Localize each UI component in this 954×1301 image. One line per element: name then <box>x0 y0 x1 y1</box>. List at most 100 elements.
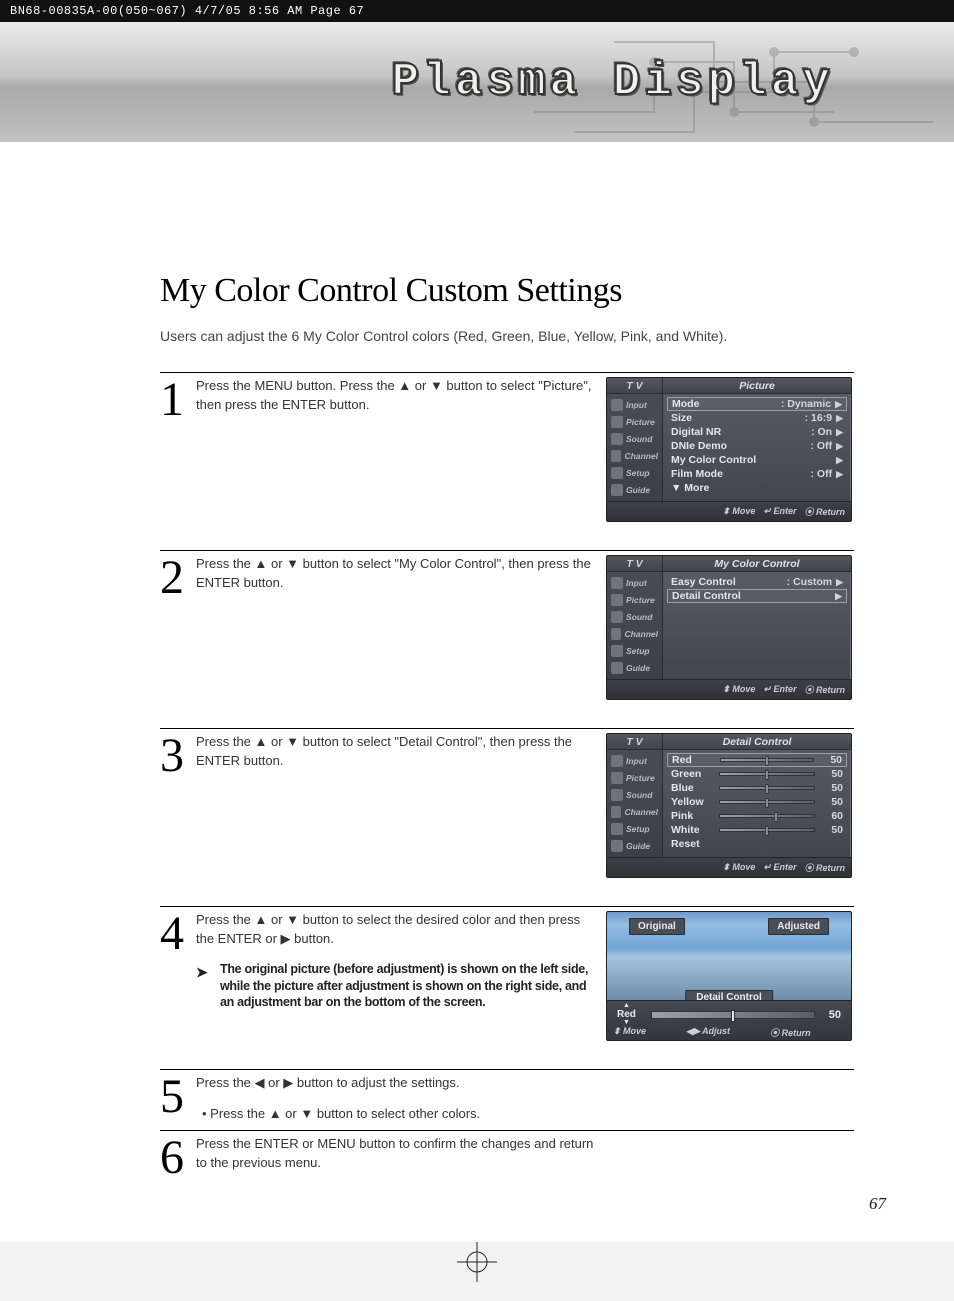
step: 1Press the MENU button. Press the ▲ or ▼… <box>160 372 854 544</box>
osd-slider-row[interactable]: Yellow50 <box>667 795 847 809</box>
step-note: ➤The original picture (before adjustment… <box>196 961 594 1012</box>
osd-side-item: Input <box>609 754 660 768</box>
osd-slider-row[interactable]: Blue50 <box>667 781 847 795</box>
osd-foot-move: ⬍ Move <box>722 861 755 874</box>
osd-side-item: Guide <box>609 839 660 853</box>
osd-slider-label: Green <box>671 768 711 780</box>
osd-slider-thumb[interactable] <box>766 826 769 836</box>
osd-side-icon <box>611 433 623 445</box>
osd-slider-thumb[interactable] <box>775 812 778 822</box>
osd-side-label: Sound <box>626 434 652 444</box>
osd-side-item: Setup <box>609 644 660 658</box>
osd-tv-label: T V <box>607 556 663 571</box>
adjust-slider-thumb[interactable] <box>731 1010 735 1022</box>
osd-row[interactable]: Digital NR: On▶ <box>667 425 847 439</box>
osd-side-label: Picture <box>626 417 655 427</box>
osd-slider-label: Pink <box>671 810 711 822</box>
note-arrow-icon: ➤ <box>196 963 207 982</box>
adjust-color-name: ▲Red▼ <box>617 1003 636 1026</box>
osd-side-icon <box>611 399 623 411</box>
step-text: Press the ▲ or ▼ button to select "Detai… <box>196 733 604 900</box>
osd-side-item: Setup <box>609 822 660 836</box>
osd-side-icon <box>611 450 621 462</box>
osd-row[interactable]: Easy Control : Custom▶ <box>667 575 847 589</box>
osd-slider-row[interactable]: Green50 <box>667 767 847 781</box>
osd-side-icon <box>611 577 623 589</box>
osd-row-label: My Color Control <box>671 454 828 466</box>
chevron-right-icon: ▶ <box>836 441 843 452</box>
osd-slider-label: White <box>671 824 711 836</box>
original-badge: Original <box>629 918 685 935</box>
osd-side-item: Sound <box>609 788 660 802</box>
osd-footer: ⬍ Move↵ Enter⦿ Return <box>607 501 851 521</box>
osd-side-label: Sound <box>626 790 652 800</box>
osd-slider-track[interactable] <box>719 800 815 804</box>
osd-main: Red50Green50Blue50Yellow50Pink60White50R… <box>663 750 851 857</box>
osd-main: Mode: Dynamic▶Size: 16:9▶Digital NR: On▶… <box>663 394 851 501</box>
adjust-foot-move: ⬍ Move <box>613 1026 646 1039</box>
step-screenshot: T VDetail ControlInputPictureSoundChanne… <box>604 733 854 900</box>
osd-main: Easy Control : Custom▶Detail Control▶ <box>663 572 851 679</box>
osd-menu: T VMy Color ControlInputPictureSoundChan… <box>606 555 852 700</box>
osd-side-icon <box>611 840 623 852</box>
osd-side-label: Sound <box>626 612 652 622</box>
osd-side-icon <box>611 467 623 479</box>
osd-row[interactable]: Mode: Dynamic▶ <box>667 397 847 411</box>
step-text: Press the ENTER or MENU button to confir… <box>196 1135 604 1175</box>
osd-side-label: Channel <box>624 807 658 817</box>
osd-side-label: Input <box>626 756 647 766</box>
osd-row-label: Easy Control <box>671 576 783 588</box>
osd-row-value: : Off <box>811 468 833 480</box>
osd-row[interactable]: ▼ More <box>667 481 847 495</box>
osd-side-icon <box>611 789 623 801</box>
osd-slider-row[interactable]: Red50 <box>667 753 847 767</box>
chevron-right-icon: ▶ <box>835 399 842 410</box>
osd-slider-thumb[interactable] <box>766 784 769 794</box>
step-text: Press the ▲ or ▼ button to select the de… <box>196 911 604 1063</box>
chevron-right-icon: ▶ <box>836 577 843 588</box>
osd-slider-track[interactable] <box>720 758 814 762</box>
osd-row[interactable]: Film Mode: Off▶ <box>667 467 847 481</box>
osd-slider-thumb[interactable] <box>766 770 769 780</box>
osd-row-value: : On <box>811 426 832 438</box>
osd-foot-enter: ↵ Enter <box>763 505 796 518</box>
adjust-slider[interactable] <box>651 1011 815 1019</box>
osd-row[interactable]: Detail Control▶ <box>667 589 847 603</box>
osd-slider-row[interactable]: Reset <box>667 837 847 851</box>
osd-row-label: DNIe Demo <box>671 440 807 452</box>
osd-slider-track[interactable] <box>719 828 815 832</box>
osd-side-label: Input <box>626 578 647 588</box>
osd-side-icon <box>611 823 623 835</box>
osd-menu: T VPictureInputPictureSoundChannelSetupG… <box>606 377 852 522</box>
osd-row[interactable]: My Color Control▶ <box>667 453 847 467</box>
osd-row-label: Film Mode <box>671 468 807 480</box>
page-number: 67 <box>869 1194 886 1214</box>
adjusted-badge: Adjusted <box>768 918 829 935</box>
osd-side-icon <box>611 594 623 606</box>
osd-side-icon <box>611 662 623 674</box>
osd-sidebar: InputPictureSoundChannelSetupGuide <box>607 750 663 857</box>
osd-side-item: Setup <box>609 466 660 480</box>
step: 6Press the ENTER or MENU button to confi… <box>160 1130 854 1175</box>
osd-row-label: Mode <box>672 398 777 410</box>
osd-row-label: Detail Control <box>672 590 827 602</box>
osd-foot-enter: ↵ Enter <box>763 683 796 696</box>
osd-slider-track[interactable] <box>719 814 815 818</box>
osd-slider-thumb[interactable] <box>766 756 769 766</box>
osd-slider-row[interactable]: White50 <box>667 823 847 837</box>
step-text: Press the ◀ or ▶ button to adjust the se… <box>196 1074 604 1124</box>
osd-slider-track[interactable] <box>719 772 815 776</box>
osd-side-icon <box>611 416 623 428</box>
osd-side-item: Guide <box>609 661 660 675</box>
osd-slider-row[interactable]: Pink60 <box>667 809 847 823</box>
osd-row-value: : Custom <box>787 576 833 588</box>
osd-side-label: Input <box>626 400 647 410</box>
osd-side-item: Picture <box>609 415 660 429</box>
osd-row[interactable]: Size: 16:9▶ <box>667 411 847 425</box>
osd-slider-thumb[interactable] <box>766 798 769 808</box>
osd-slider-track[interactable] <box>719 786 815 790</box>
osd-row-value: : Off <box>811 440 833 452</box>
osd-side-item: Guide <box>609 483 660 497</box>
osd-side-icon <box>611 755 623 767</box>
osd-row[interactable]: DNIe Demo : Off▶ <box>667 439 847 453</box>
